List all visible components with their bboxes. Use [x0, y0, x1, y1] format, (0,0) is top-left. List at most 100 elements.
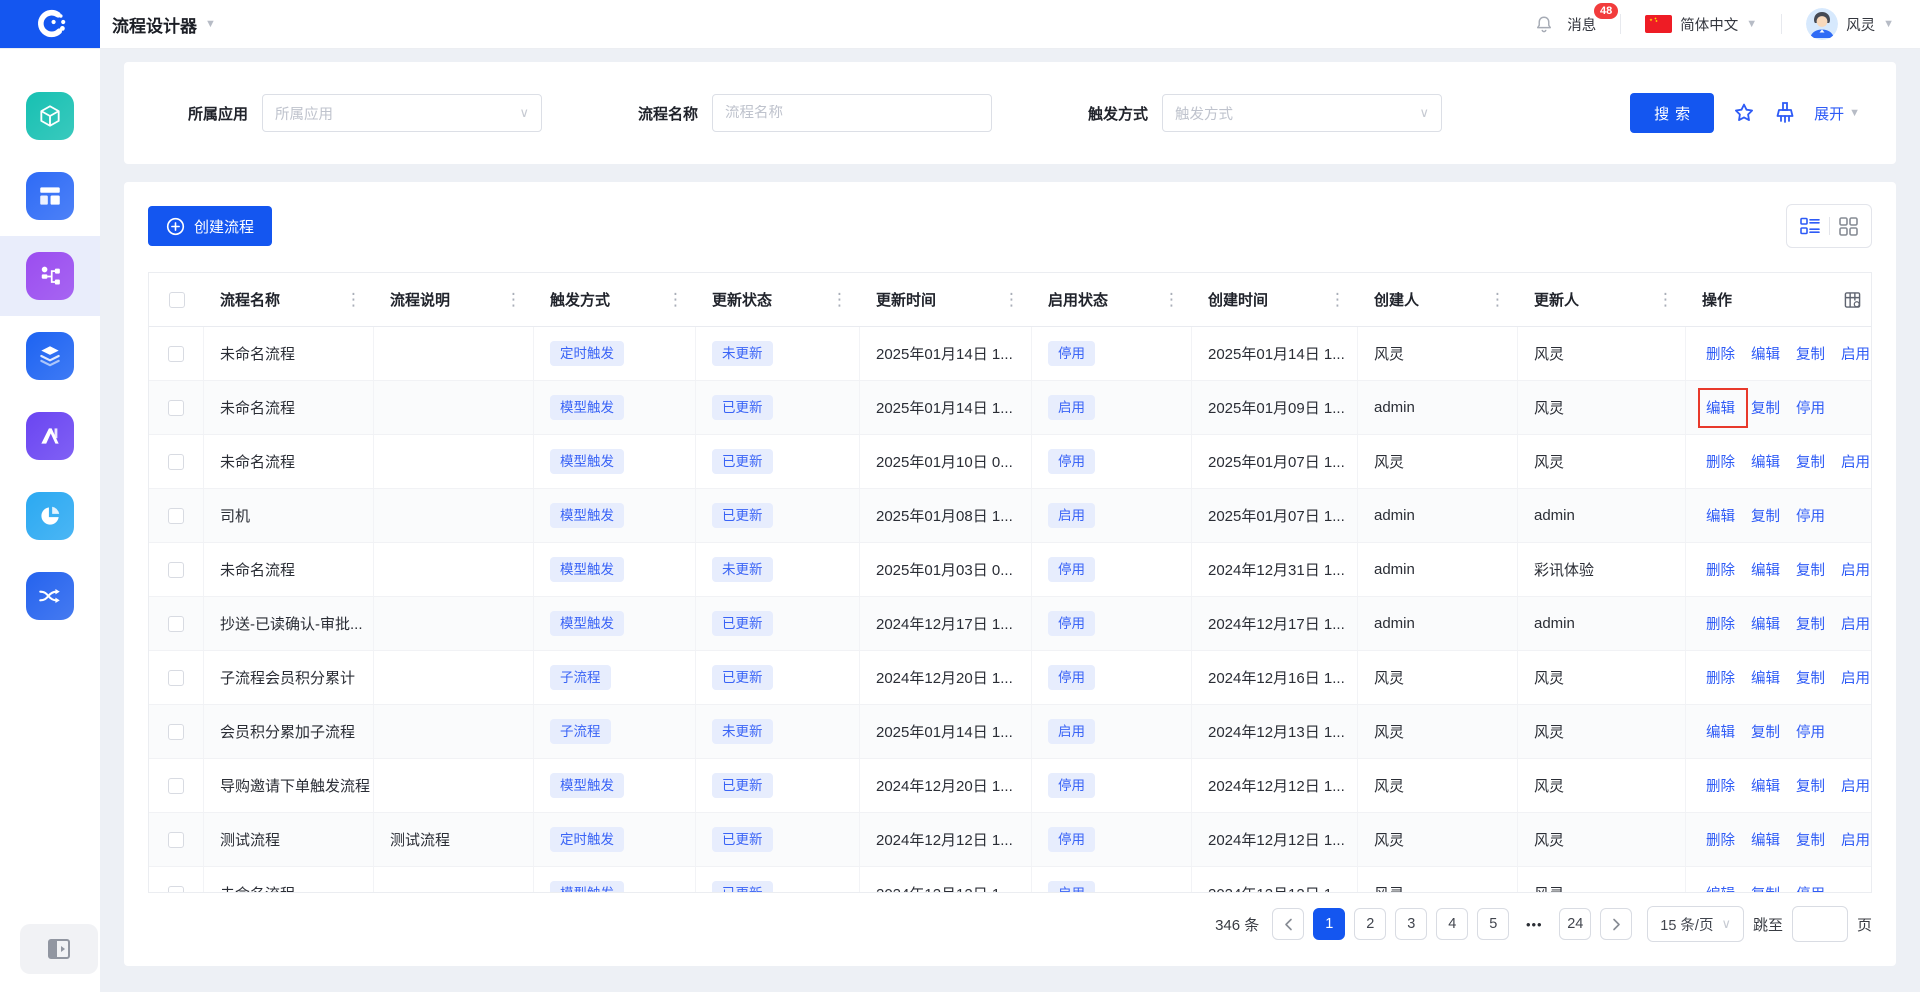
action-启用[interactable]: 启用 [1841, 667, 1870, 688]
action-停用[interactable]: 停用 [1796, 721, 1825, 742]
app-logo[interactable] [0, 0, 100, 48]
sidebar-item-layout[interactable] [0, 156, 100, 236]
action-删除[interactable]: 删除 [1706, 667, 1735, 688]
row-checkbox[interactable] [168, 777, 184, 794]
column-menu-icon[interactable]: ⋮ [1653, 291, 1678, 308]
row-checkbox[interactable] [168, 453, 184, 470]
page-size-select[interactable]: 15 条/页 ∨ [1647, 906, 1744, 942]
action-编辑[interactable]: 编辑 [1706, 883, 1735, 892]
action-启用[interactable]: 启用 [1841, 775, 1870, 796]
action-停用[interactable]: 停用 [1796, 505, 1825, 526]
sidebar-collapse-button[interactable] [20, 924, 98, 974]
action-编辑[interactable]: 编辑 [1751, 829, 1780, 850]
page-button-24[interactable]: 24 [1559, 908, 1592, 940]
select-all-checkbox[interactable] [168, 291, 185, 308]
action-编辑[interactable]: 编辑 [1751, 775, 1780, 796]
row-checkbox[interactable] [168, 885, 184, 892]
app-title-dropdown[interactable]: 流程设计器 ▼ [112, 12, 216, 37]
action-编辑[interactable]: 编辑 [1751, 451, 1780, 472]
table-settings-icon[interactable] [1844, 291, 1861, 308]
action-复制[interactable]: 复制 [1751, 883, 1780, 892]
sidebar-item-cube[interactable] [0, 76, 100, 156]
row-checkbox[interactable] [168, 345, 184, 362]
action-复制[interactable]: 复制 [1796, 667, 1825, 688]
row-checkbox[interactable] [168, 831, 184, 848]
column-menu-icon[interactable]: ⋮ [1325, 291, 1350, 308]
messages-item[interactable]: 消息 48 [1567, 2, 1619, 35]
list-view-button[interactable] [1791, 205, 1829, 247]
action-编辑[interactable]: 编辑 [1751, 613, 1780, 634]
action-启用[interactable]: 启用 [1841, 343, 1870, 364]
sidebar-item-layers[interactable] [0, 316, 100, 396]
language-selector[interactable]: 简体中文 ▼ [1645, 14, 1757, 35]
row-checkbox[interactable] [168, 561, 184, 578]
row-checkbox[interactable] [168, 723, 184, 740]
column-menu-icon[interactable]: ⋮ [999, 291, 1024, 308]
action-复制[interactable]: 复制 [1796, 613, 1825, 634]
action-复制[interactable]: 复制 [1751, 505, 1780, 526]
create-process-button[interactable]: 创建流程 [148, 206, 273, 246]
clear-filters-button[interactable] [1774, 101, 1796, 125]
action-启用[interactable]: 启用 [1841, 451, 1870, 472]
prev-page-button[interactable] [1272, 908, 1305, 940]
action-启用[interactable]: 启用 [1841, 613, 1870, 634]
row-checkbox[interactable] [168, 399, 184, 416]
action-删除[interactable]: 删除 [1706, 559, 1735, 580]
column-menu-icon[interactable]: ⋮ [1485, 291, 1510, 308]
action-编辑[interactable]: 编辑 [1751, 559, 1780, 580]
column-menu-icon[interactable]: ⋮ [501, 291, 526, 308]
action-复制[interactable]: 复制 [1751, 397, 1780, 418]
action-删除[interactable]: 删除 [1706, 343, 1735, 364]
action-编辑[interactable]: 编辑 [1706, 505, 1735, 526]
sidebar-item-pie-chart[interactable] [0, 476, 100, 556]
expand-toggle[interactable]: 展开 ▼ [1814, 103, 1860, 124]
pagination-ellipsis[interactable]: ••• [1518, 908, 1550, 940]
action-复制[interactable]: 复制 [1751, 721, 1780, 742]
filter-select[interactable]: 所属应用 ∨ [262, 94, 543, 132]
action-停用[interactable]: 停用 [1796, 397, 1825, 418]
row-checkbox[interactable] [168, 507, 184, 524]
action-启用[interactable]: 启用 [1841, 829, 1870, 850]
filter-select[interactable]: 触发方式 ∨ [1162, 94, 1443, 132]
sidebar-item-ai[interactable] [0, 396, 100, 476]
sidebar-item-shuffle[interactable] [0, 556, 100, 636]
page-button-2[interactable]: 2 [1354, 908, 1387, 940]
filter-input[interactable] [725, 105, 980, 121]
updater-cell-text: 风灵 [1534, 454, 1565, 471]
grid-view-button[interactable] [1830, 205, 1868, 247]
column-menu-icon[interactable]: ⋮ [1159, 291, 1184, 308]
action-停用[interactable]: 停用 [1796, 883, 1825, 892]
row-checkbox[interactable] [168, 615, 184, 632]
action-删除[interactable]: 删除 [1706, 775, 1735, 796]
page-button-1[interactable]: 1 [1313, 908, 1346, 940]
action-复制[interactable]: 复制 [1796, 451, 1825, 472]
action-编辑[interactable]: 编辑 [1751, 343, 1780, 364]
action-复制[interactable]: 复制 [1796, 559, 1825, 580]
row-checkbox[interactable] [168, 669, 184, 686]
sidebar-item-flowchart[interactable] [0, 236, 100, 316]
next-page-button[interactable] [1600, 908, 1633, 940]
page-button-3[interactable]: 3 [1395, 908, 1428, 940]
user-menu[interactable]: 风灵 ▼ [1806, 8, 1894, 40]
column-menu-icon[interactable]: ⋮ [827, 291, 852, 308]
page-button-5[interactable]: 5 [1477, 908, 1510, 940]
column-header-label: 更新时间 [876, 292, 937, 309]
action-编辑[interactable]: 编辑 [1706, 721, 1735, 742]
jump-to-input[interactable] [1791, 906, 1848, 942]
action-编辑[interactable]: 编辑 [1751, 667, 1780, 688]
action-复制[interactable]: 复制 [1796, 343, 1825, 364]
search-button[interactable]: 搜索 [1630, 93, 1715, 133]
action-删除[interactable]: 删除 [1706, 829, 1735, 850]
action-复制[interactable]: 复制 [1796, 775, 1825, 796]
column-menu-icon[interactable]: ⋮ [341, 291, 366, 308]
action-复制[interactable]: 复制 [1796, 829, 1825, 850]
favorite-button[interactable] [1732, 101, 1756, 125]
action-编辑[interactable]: 编辑 [1706, 397, 1735, 418]
column-menu-icon[interactable]: ⋮ [663, 291, 688, 308]
action-删除[interactable]: 删除 [1706, 451, 1735, 472]
create-time-cell-text: 2025年01月14日 1... [1208, 346, 1345, 363]
bell-icon[interactable] [1535, 15, 1553, 33]
action-删除[interactable]: 删除 [1706, 613, 1735, 634]
page-button-4[interactable]: 4 [1436, 908, 1469, 940]
action-启用[interactable]: 启用 [1841, 559, 1870, 580]
